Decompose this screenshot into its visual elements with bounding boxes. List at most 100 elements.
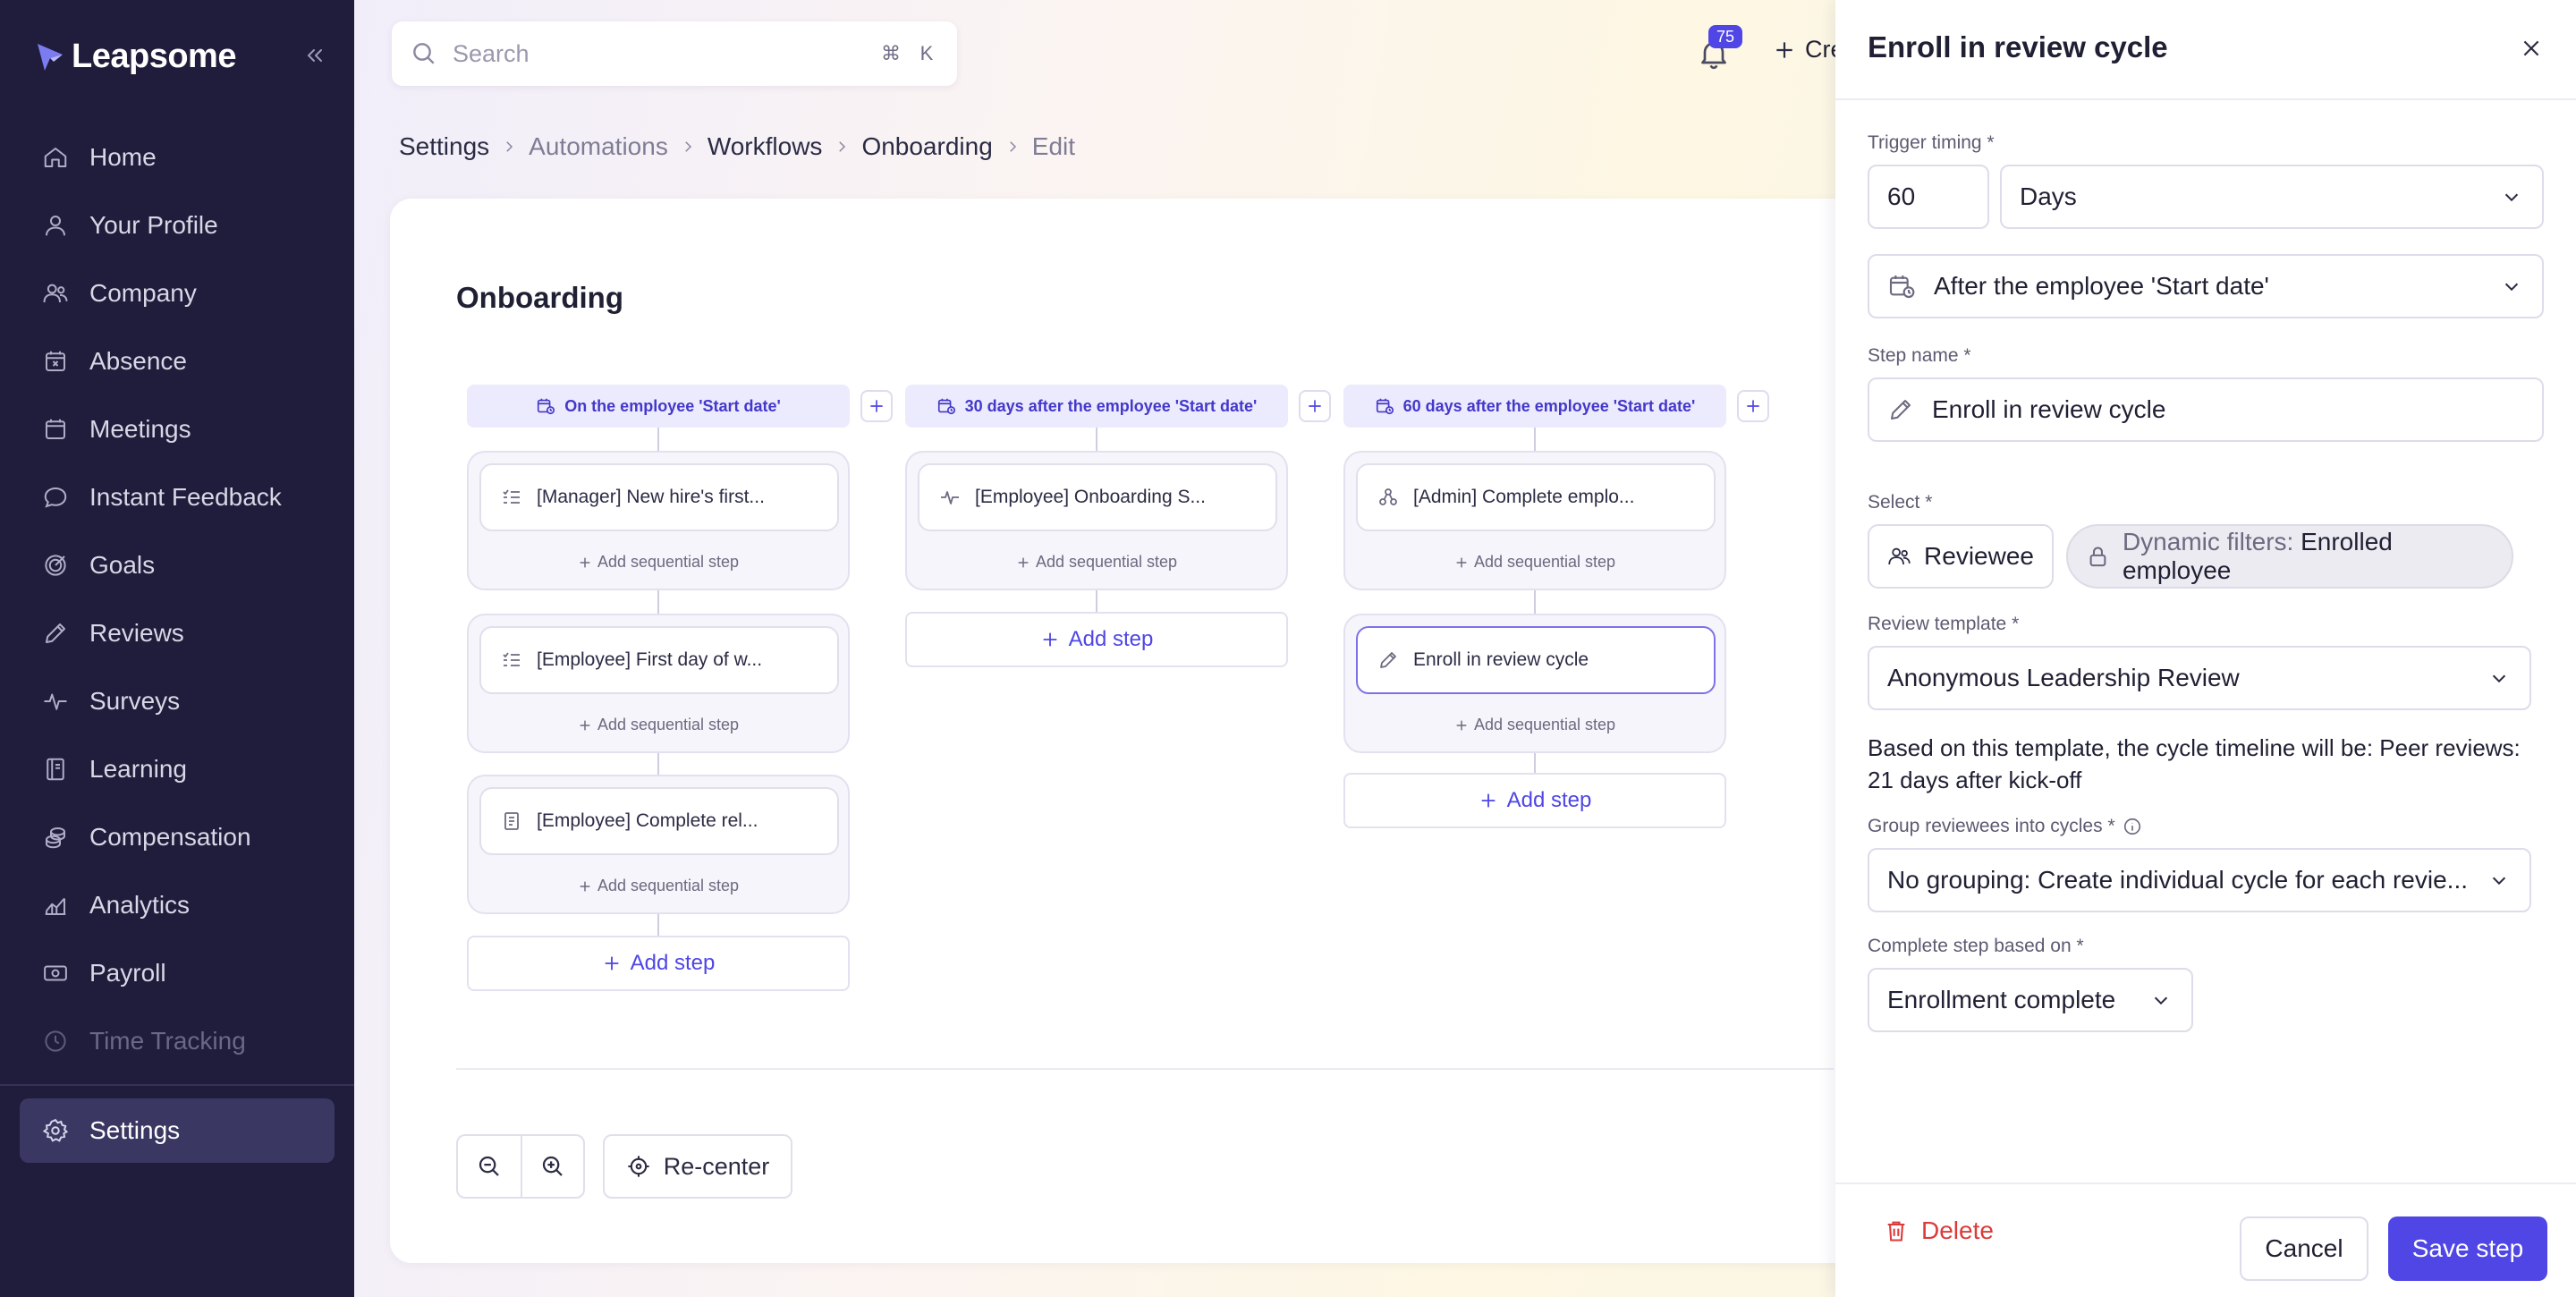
- zoom-in-icon: [542, 1156, 563, 1176]
- leapsome-logo[interactable]: Leapsome: [36, 38, 236, 76]
- sidebar-item-company[interactable]: Company: [20, 261, 335, 326]
- calendar-icon: [41, 415, 70, 444]
- trigger-reference-select[interactable]: After the employee 'Start date': [1868, 254, 2544, 318]
- step-card-selected[interactable]: Enroll in review cycle: [1356, 626, 1716, 694]
- create-button[interactable]: Cre: [1773, 36, 1844, 64]
- column-header-30-days[interactable]: 30 days after the employee 'Start date': [905, 385, 1288, 428]
- sidebar-item-compensation[interactable]: Compensation: [20, 805, 335, 869]
- sidebar-item-absence[interactable]: Absence: [20, 329, 335, 394]
- step-card[interactable]: [Admin] Complete emplo...: [1356, 463, 1716, 531]
- close-drawer-button[interactable]: [2513, 30, 2549, 66]
- trigger-amount-input[interactable]: 60: [1868, 165, 1989, 229]
- review-template-select[interactable]: Anonymous Leadership Review: [1868, 646, 2531, 710]
- step-name-label: Step name *: [1868, 345, 1971, 366]
- add-column-button[interactable]: [1737, 390, 1769, 422]
- chevron-down-icon: [2487, 665, 2512, 691]
- add-step-button[interactable]: Add step: [467, 936, 850, 991]
- step-label: [Employee] Onboarding S...: [975, 487, 1206, 507]
- save-step-button[interactable]: Save step: [2388, 1216, 2547, 1281]
- sidebar-item-home[interactable]: Home: [20, 125, 335, 190]
- plus-icon: [580, 557, 590, 567]
- book-icon: [41, 755, 70, 784]
- breadcrumb: Settings Automations Workflows Onboardin…: [399, 132, 1075, 161]
- chevron-right-icon: [668, 139, 708, 155]
- checklist-icon: [503, 652, 520, 666]
- connector-line: [1096, 590, 1097, 612]
- dynamic-filters-prefix: Dynamic filters:: [2122, 528, 2294, 555]
- sidebar-item-goals[interactable]: Goals: [20, 533, 335, 598]
- breadcrumb-workflows[interactable]: Workflows: [708, 132, 823, 161]
- trigger-unit-value: Days: [2020, 182, 2077, 210]
- collapse-sidebar-button[interactable]: [299, 39, 331, 72]
- sidebar-item-label: Settings: [89, 1116, 181, 1144]
- calendar-clock-icon: [1889, 276, 1915, 299]
- add-step-button[interactable]: Add step: [905, 612, 1288, 667]
- sidebar-item-meetings[interactable]: Meetings: [20, 397, 335, 462]
- step-card[interactable]: [Employee] Complete rel...: [479, 787, 839, 855]
- search-shortcut: ⌘ K: [878, 41, 939, 66]
- pencil-icon: [41, 619, 70, 648]
- document-icon: [504, 812, 519, 830]
- sidebar-item-your-profile[interactable]: Your Profile: [20, 193, 335, 258]
- step-name-input[interactable]: Enroll in review cycle: [1868, 377, 2544, 442]
- add-step-button[interactable]: Add step: [1343, 773, 1726, 828]
- gear-icon: [41, 1116, 70, 1145]
- add-sequential-step-label: Add sequential step: [597, 877, 740, 894]
- sidebar-item-learning[interactable]: Learning: [20, 737, 335, 801]
- zoom-out-button[interactable]: [458, 1136, 521, 1197]
- user-icon: [41, 211, 70, 240]
- sidebar-item-label: Time Tracking: [89, 1027, 246, 1055]
- step-name-value: Enroll in review cycle: [1932, 395, 2166, 423]
- plus-icon: [1018, 557, 1029, 567]
- sidebar-item-analytics[interactable]: Analytics: [20, 873, 335, 937]
- complete-step-select[interactable]: Enrollment complete: [1868, 968, 2193, 1032]
- step-label: [Employee] First day of w...: [537, 649, 763, 670]
- plus-icon: [1043, 632, 1056, 647]
- breadcrumb-settings[interactable]: Settings: [399, 132, 489, 161]
- add-sequential-step-button[interactable]: Add sequential step: [469, 553, 848, 572]
- breadcrumb-automations[interactable]: Automations: [529, 132, 668, 161]
- sidebar-item-label: Analytics: [89, 891, 191, 919]
- add-sequential-step-button[interactable]: Add sequential step: [907, 553, 1286, 572]
- cancel-button[interactable]: Cancel: [2240, 1216, 2368, 1281]
- step-card[interactable]: [Employee] First day of w...: [479, 626, 839, 694]
- trigger-unit-select[interactable]: Days: [2000, 165, 2544, 229]
- pencil-icon: [1891, 400, 1911, 420]
- pencil-icon: [1380, 652, 1396, 668]
- add-sequential-step-button[interactable]: Add sequential step: [1345, 716, 1724, 734]
- calendar-clock-icon: [538, 398, 555, 415]
- info-icon[interactable]: [2123, 817, 2142, 836]
- breadcrumb-edit: Edit: [1031, 132, 1076, 160]
- group-reviewees-select[interactable]: No grouping: Create individual cycle for…: [1868, 848, 2531, 912]
- step-card[interactable]: [Manager] New hire's first...: [479, 463, 839, 531]
- add-sequential-step-button[interactable]: Add sequential step: [469, 877, 848, 895]
- sidebar-item-label: Goals: [89, 551, 156, 579]
- add-column-button[interactable]: [1299, 390, 1331, 422]
- sidebar-item-reviews[interactable]: Reviews: [20, 601, 335, 665]
- breadcrumb-onboarding[interactable]: Onboarding: [861, 132, 992, 161]
- recenter-button[interactable]: Re-center: [603, 1134, 792, 1199]
- crosshair-icon: [628, 1156, 649, 1177]
- reviewee-option[interactable]: Reviewee: [1868, 524, 2054, 589]
- search-bar[interactable]: Search ⌘ K: [392, 21, 957, 86]
- drawer-header-divider: [1835, 98, 2576, 100]
- column-header-60-days[interactable]: 60 days after the employee 'Start date': [1343, 385, 1726, 428]
- step-label: [Manager] New hire's first...: [537, 487, 765, 507]
- add-sequential-step-button[interactable]: Add sequential step: [469, 716, 848, 734]
- step-card[interactable]: [Employee] Onboarding S...: [918, 463, 1277, 531]
- sidebar-item-settings[interactable]: Settings: [20, 1098, 335, 1163]
- sidebar-item-payroll[interactable]: Payroll: [20, 941, 335, 1005]
- add-sequential-step-button[interactable]: Add sequential step: [1345, 553, 1724, 572]
- sidebar-item-label: Home: [89, 143, 157, 171]
- sidebar-item-instant-feedback[interactable]: Instant Feedback: [20, 465, 335, 530]
- column-header-start-date[interactable]: On the employee 'Start date': [467, 385, 850, 428]
- trigger-reference-value: After the employee 'Start date': [1934, 272, 2269, 300]
- double-chevron-left-icon: [308, 49, 322, 62]
- delete-step-button[interactable]: Delete: [1884, 1216, 1994, 1245]
- sidebar-item-label: Your Profile: [89, 211, 218, 239]
- zoom-in-button[interactable]: [520, 1136, 583, 1197]
- trash-icon: [1887, 1221, 1905, 1242]
- sidebar-item-surveys[interactable]: Surveys: [20, 669, 335, 733]
- chevron-down-icon: [2148, 988, 2174, 1013]
- add-column-button[interactable]: [860, 390, 893, 422]
